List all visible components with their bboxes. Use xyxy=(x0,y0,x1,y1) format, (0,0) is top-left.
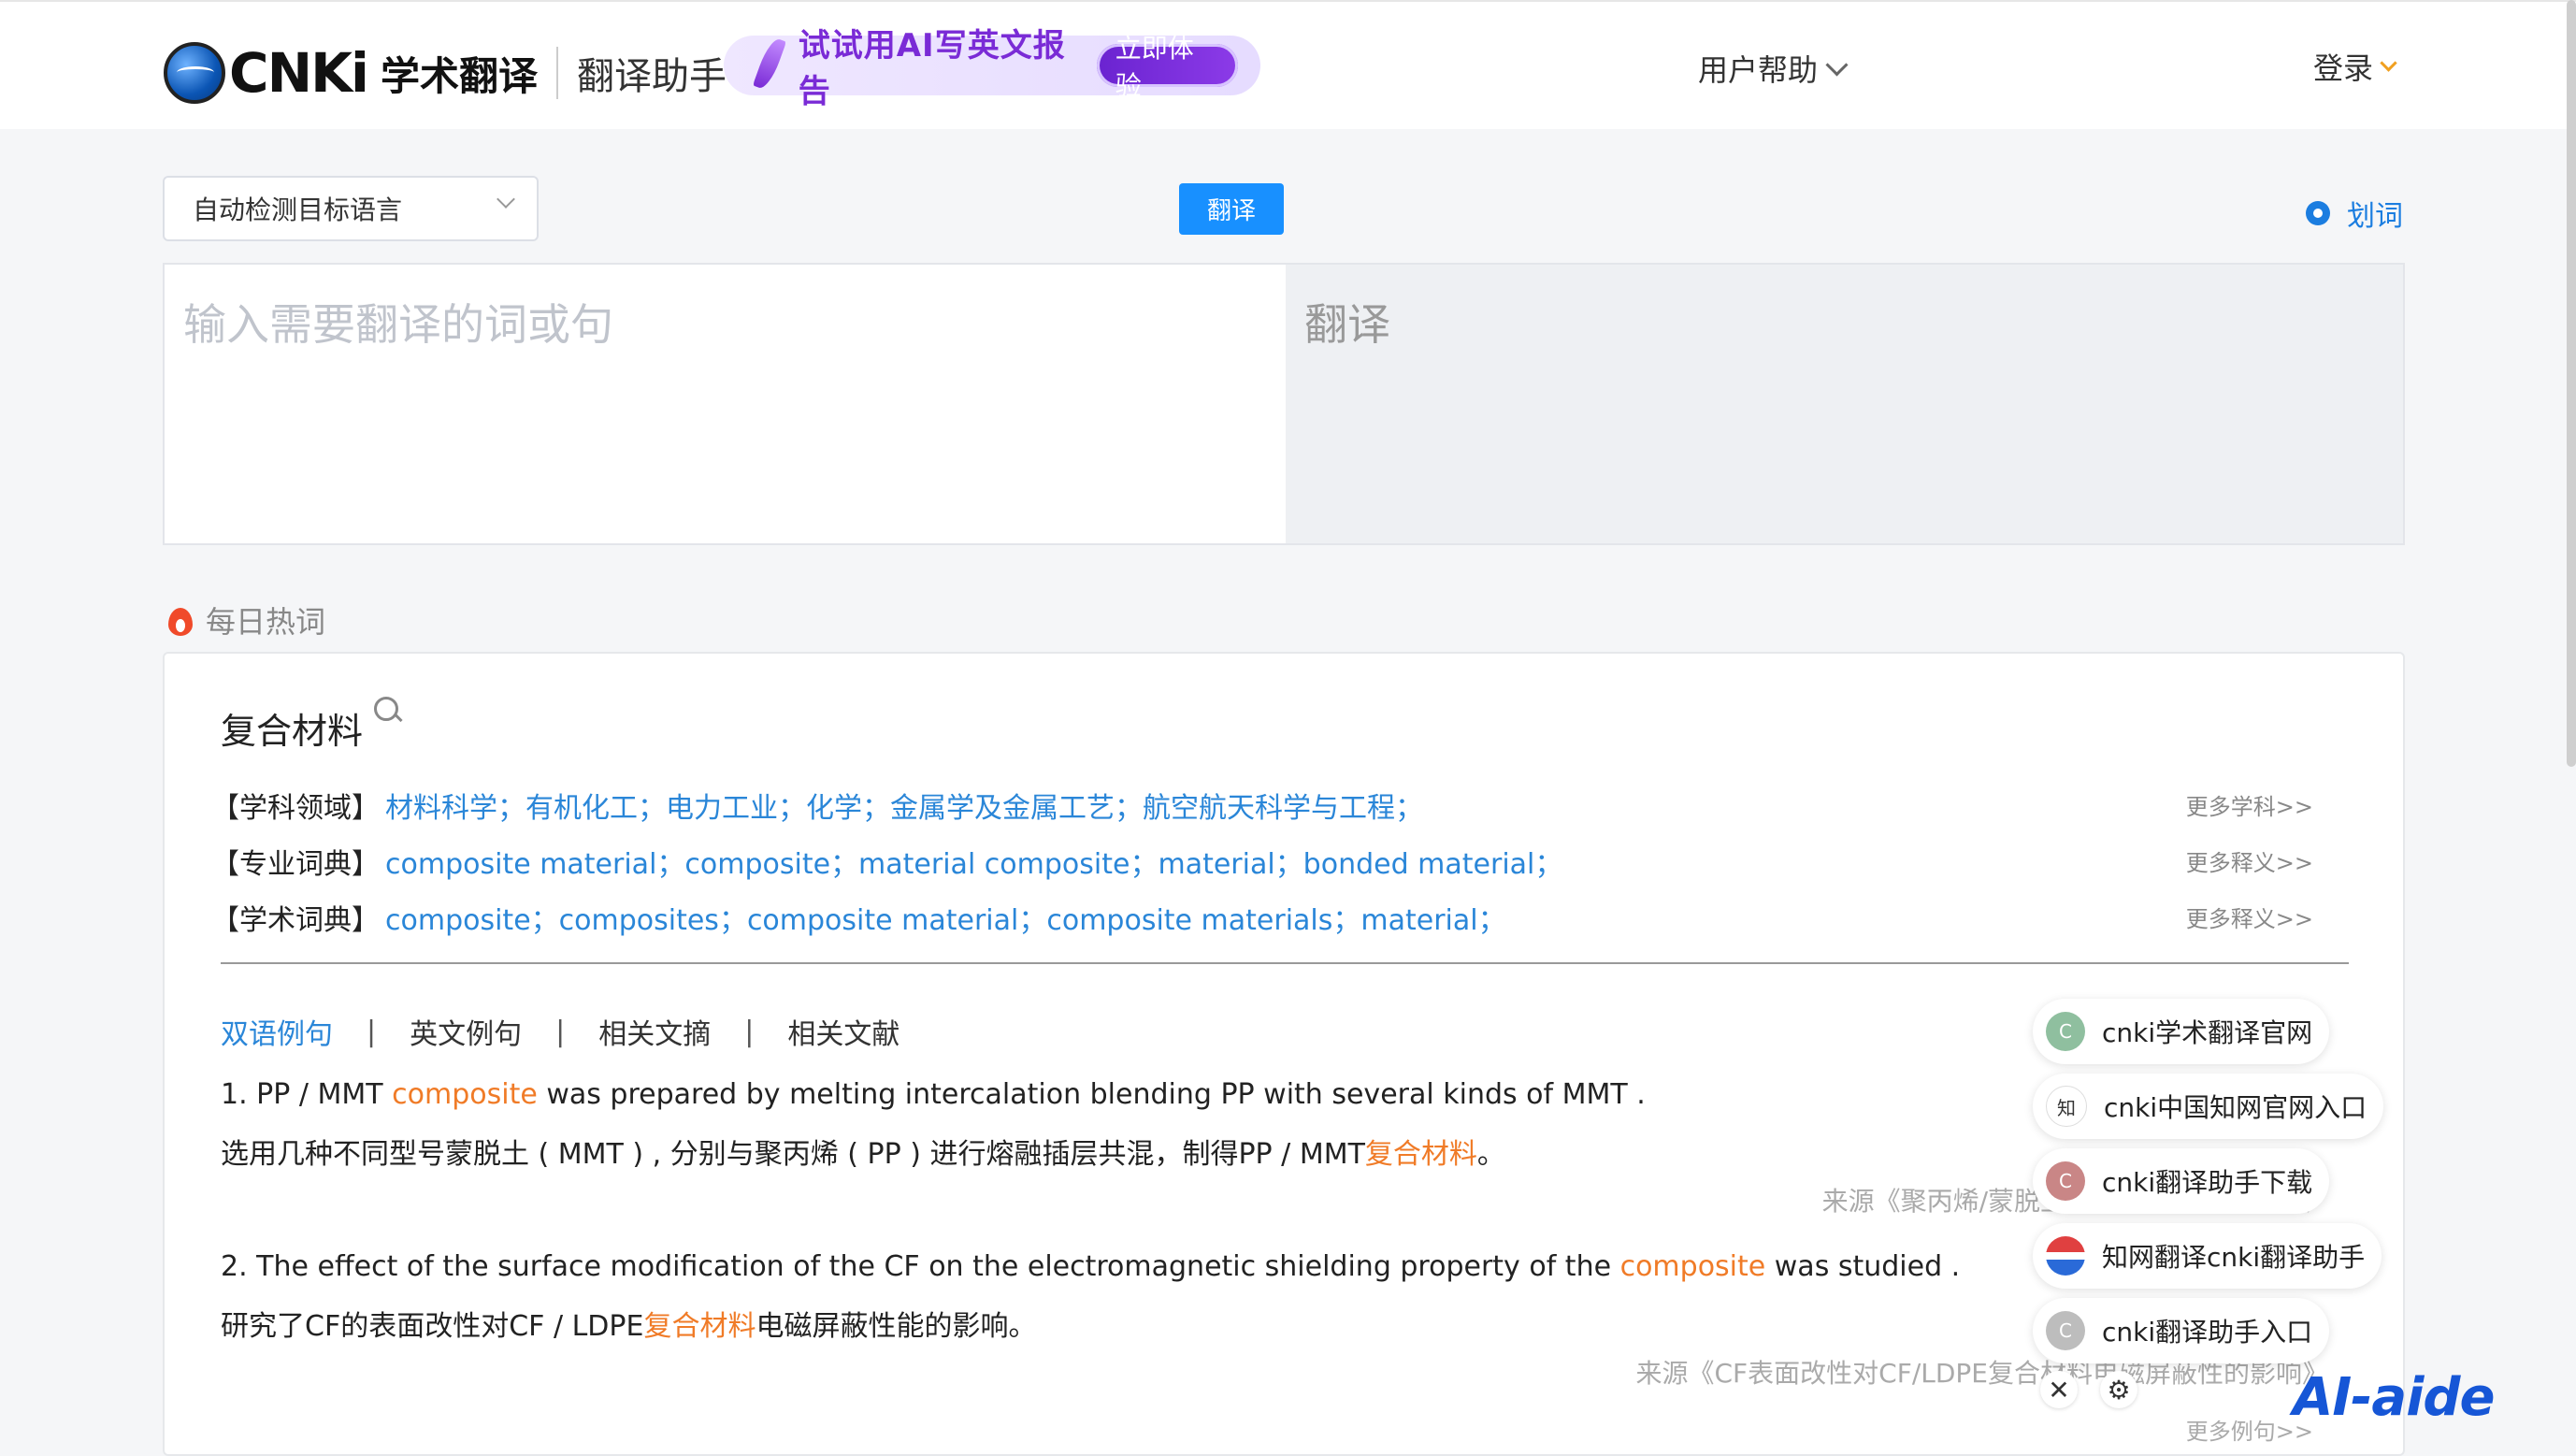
tab-bilingual-examples[interactable]: 双语例句 xyxy=(221,1011,333,1052)
gear-icon[interactable]: ⚙ xyxy=(2100,1371,2137,1408)
dict-row-items[interactable]: composite material；composite；material co… xyxy=(385,841,1562,882)
example-tabs: 双语例句 | 英文例句 | 相关文摘 | 相关文献 xyxy=(221,1011,899,1052)
example-2-english: 2. The effect of the surface modificatio… xyxy=(221,1250,1960,1283)
example-text: 电磁屏蔽性能的影响。 xyxy=(756,1310,1037,1343)
tab-separator: | xyxy=(367,1015,377,1048)
dict-row-items[interactable]: 材料科学；有机化工；电力工业；化学；金属学及金属工艺；航空航天科学与工程； xyxy=(385,785,1423,826)
cnki-zhi-icon: 知 xyxy=(2046,1086,2087,1127)
top-header: CNKi 学术翻译 翻译助手 试试用AI写英文报告 立即体验 用户帮助 登录 xyxy=(0,0,2576,129)
dict-row-label: 【专业词典】 xyxy=(211,848,380,881)
dict-row-academic: 【学术词典】 composite；composites；composite ma… xyxy=(211,897,1506,938)
flag-icon xyxy=(2046,1236,2085,1276)
user-help-menu[interactable]: 用户帮助 xyxy=(1698,47,1849,90)
close-icon[interactable]: ✕ xyxy=(2040,1371,2078,1408)
ai-report-banner[interactable]: 试试用AI写英文报告 立即体验 xyxy=(724,27,1260,110)
tab-separator: | xyxy=(555,1015,566,1048)
highlight-term: 复合材料 xyxy=(643,1310,756,1343)
example-text: was prepared by melting intercalation bl… xyxy=(537,1078,1646,1111)
chevron-down-icon xyxy=(1825,52,1849,77)
translation-output: 翻译 xyxy=(1286,265,2403,543)
logo-text: CNKi xyxy=(229,41,369,105)
ai-aide-watermark: AI-aide xyxy=(2293,1367,2495,1428)
section-divider xyxy=(221,962,2349,964)
example-text: 选用几种不同型号蒙脱土 ( MMT ) , 分别与聚丙烯 ( PP ) 进行熔融… xyxy=(221,1138,1365,1171)
float-link-cnki-translate-assistant[interactable]: 知网翻译cnki翻译助手 xyxy=(2033,1223,2382,1289)
dict-row-professional: 【专业词典】 composite material；composite；mate… xyxy=(211,841,1562,882)
tab-separator: | xyxy=(744,1015,755,1048)
try-now-button[interactable]: 立即体验 xyxy=(1096,33,1238,101)
logo-divider xyxy=(555,47,558,99)
daily-hot-words-heading: 每日热词 xyxy=(168,598,325,642)
example-text: 研究了CF的表面改性对CF / LDPE xyxy=(221,1310,644,1343)
feather-icon xyxy=(752,37,791,94)
radio-icon[interactable] xyxy=(2306,201,2330,225)
scrollbar[interactable] xyxy=(2567,0,2576,767)
user-help-label: 用户帮助 xyxy=(1698,52,1819,88)
logo-subtitle: 学术翻译 xyxy=(380,52,538,99)
example-1-chinese: 选用几种不同型号蒙脱土 ( MMT ) , 分别与聚丙烯 ( PP ) 进行熔融… xyxy=(221,1131,1505,1172)
dict-row-label: 【学术词典】 xyxy=(211,904,380,937)
float-link-label: cnki中国知网官网入口 xyxy=(2104,1092,2367,1123)
site-favicon-icon: C xyxy=(2046,1311,2085,1350)
hot-words-title: 每日热词 xyxy=(206,604,326,640)
float-link-label: cnki学术翻译官网 xyxy=(2102,1017,2313,1048)
tab-related-abstracts[interactable]: 相关文摘 xyxy=(598,1011,711,1052)
assistant-title: 翻译助手 xyxy=(576,55,727,98)
globe-icon xyxy=(164,42,225,104)
highlight-term: 复合材料 xyxy=(1364,1138,1477,1171)
site-favicon-icon: C xyxy=(2046,1012,2085,1051)
more-subjects-link[interactable]: 更多学科>> xyxy=(2186,788,2313,821)
example-1-english: 1. PP / MMT composite was prepared by me… xyxy=(221,1078,1646,1111)
dict-row-items[interactable]: composite；composites；composite material；… xyxy=(385,897,1506,938)
more-definitions-link[interactable]: 更多释义>> xyxy=(2186,901,2313,933)
banner-text: 试试用AI写英文报告 xyxy=(798,27,1066,110)
site-favicon-icon: C xyxy=(2046,1161,2085,1201)
login-label: 登录 xyxy=(2313,50,2374,86)
highlight-term: composite xyxy=(1619,1250,1766,1283)
float-link-label: 知网翻译cnki翻译助手 xyxy=(2102,1242,2366,1273)
hot-word[interactable]: 复合材料 xyxy=(221,697,399,754)
source-text-input[interactable]: 输入需要翻译的词或句 xyxy=(165,265,1286,543)
translate-button[interactable]: 翻译 xyxy=(1179,183,1284,235)
example-2-chinese: 研究了CF的表面改性对CF / LDPE复合材料电磁屏蔽性能的影响。 xyxy=(221,1303,1036,1344)
dict-row-label: 【学科领域】 xyxy=(211,792,380,825)
hot-word-text: 复合材料 xyxy=(221,711,364,752)
float-link-cnki-portal[interactable]: 知 cnki中国知网官网入口 xyxy=(2033,1074,2384,1139)
example-text: 2. The effect of the surface modificatio… xyxy=(221,1250,1620,1283)
highlight-term: composite xyxy=(392,1078,538,1111)
more-definitions-link[interactable]: 更多释义>> xyxy=(2186,844,2313,877)
float-link-cnki-translate-site[interactable]: C cnki学术翻译官网 xyxy=(2033,999,2330,1064)
chevron-down-icon xyxy=(496,190,515,209)
translation-panels: 输入需要翻译的词或句 翻译 xyxy=(163,263,2405,545)
float-link-label: cnki翻译助手入口 xyxy=(2102,1317,2313,1348)
flame-icon xyxy=(168,604,193,636)
tab-related-literature[interactable]: 相关文献 xyxy=(787,1011,899,1052)
float-link-label: cnki翻译助手下载 xyxy=(2102,1167,2313,1198)
search-icon[interactable] xyxy=(374,697,399,721)
login-menu[interactable]: 登录 xyxy=(2313,45,2397,88)
example-text: was studied . xyxy=(1765,1250,1961,1283)
huaci-toggle[interactable]: 划词 xyxy=(2306,193,2403,234)
language-select-value: 自动检测目标语言 xyxy=(193,195,403,225)
float-link-assistant-download[interactable]: C cnki翻译助手下载 xyxy=(2033,1148,2330,1214)
dict-row-subject: 【学科领域】 材料科学；有机化工；电力工业；化学；金属学及金属工艺；航空航天科学… xyxy=(211,785,1423,826)
chevron-down-icon xyxy=(2380,53,2397,72)
float-link-assistant-entry[interactable]: C cnki翻译助手入口 xyxy=(2033,1298,2330,1363)
example-text: 。 xyxy=(1476,1138,1505,1171)
example-text: 1. PP / MMT xyxy=(221,1078,393,1111)
target-language-select[interactable]: 自动检测目标语言 xyxy=(163,176,539,241)
cnki-logo[interactable]: CNKi 学术翻译 翻译助手 xyxy=(164,36,727,110)
huaci-label: 划词 xyxy=(2347,200,2403,233)
tab-english-examples[interactable]: 英文例句 xyxy=(410,1011,522,1052)
